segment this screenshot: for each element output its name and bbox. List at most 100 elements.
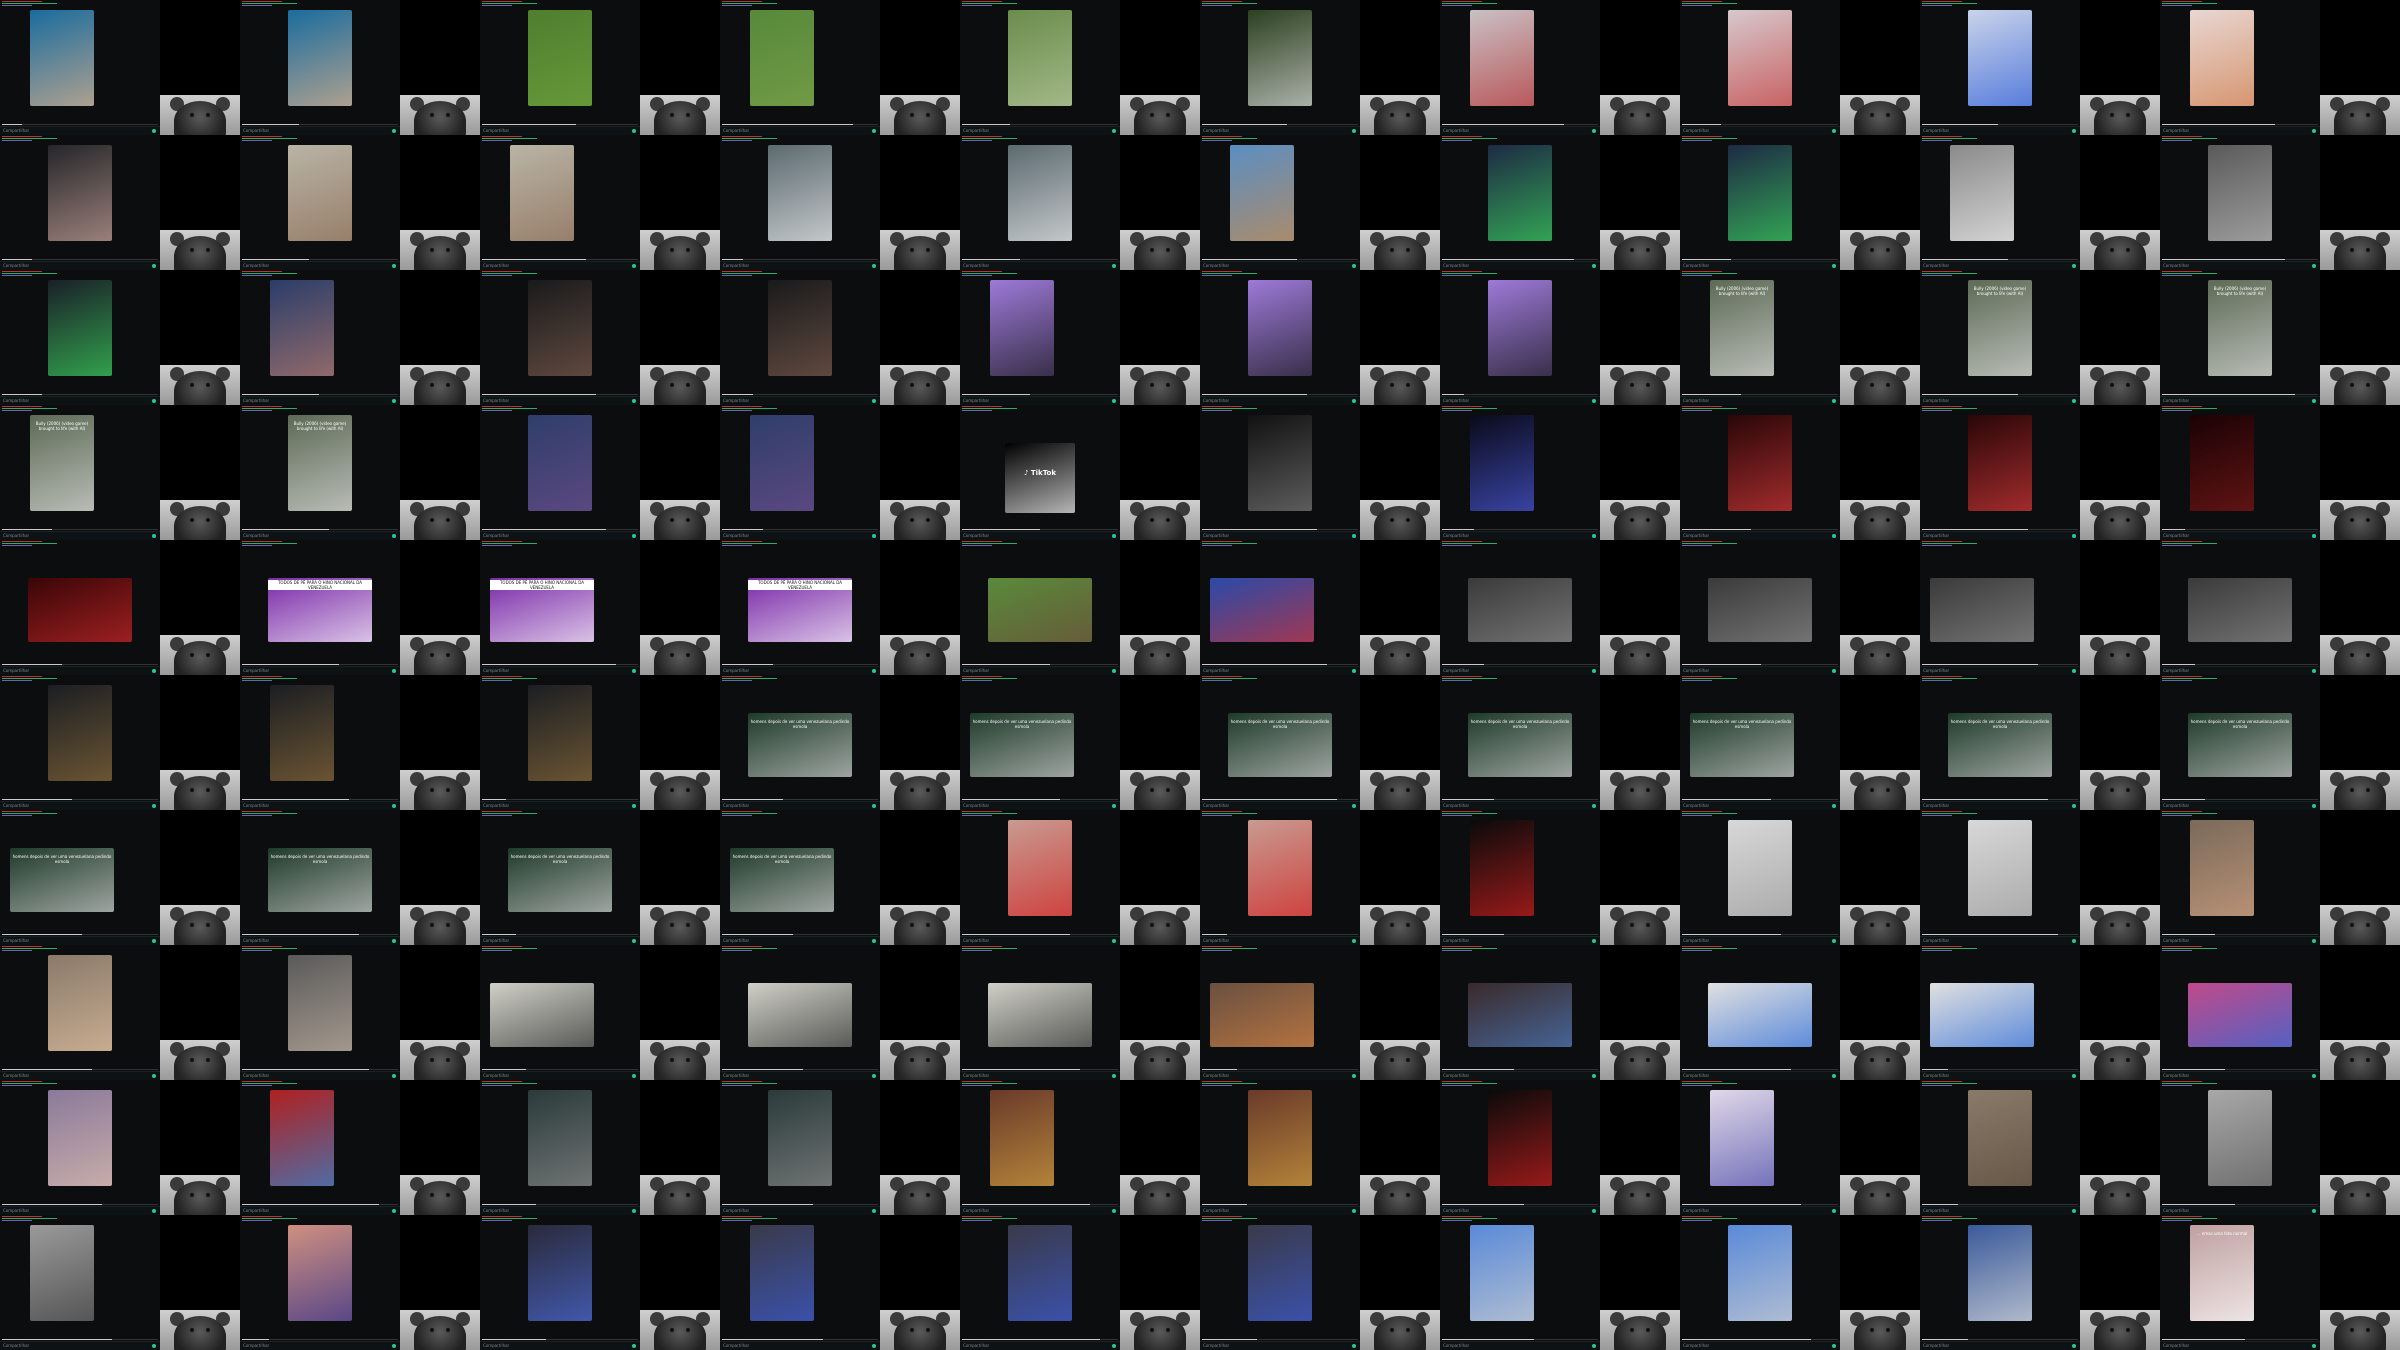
share-label[interactable]: Compartilhar [483,263,509,268]
video-frame[interactable]: homens depois de ver uma venezuelana ped… [508,848,612,912]
video-frame[interactable] [750,10,814,106]
seek-bar[interactable] [1202,664,1358,665]
share-label[interactable]: Compartilhar [1683,128,1709,133]
stream-tile[interactable]: Compartilhar [480,270,720,405]
stream-tile[interactable]: Compartilhar [1920,810,2160,945]
video-frame[interactable]: homens depois de ver uma venezuelana ped… [748,713,852,777]
seek-bar[interactable] [1442,799,1598,800]
stream-player[interactable]: Compartilhar [1680,810,1841,945]
stream-tile[interactable]: Compartilhar [1440,945,1680,1080]
stream-player[interactable]: Compartilhar [1440,135,1601,270]
stream-tile[interactable]: Compartilhar [0,1215,240,1350]
stream-player[interactable]: Compartilhar [480,270,641,405]
share-label[interactable]: Compartilhar [243,398,269,403]
seek-bar[interactable] [2,259,158,260]
seek-bar[interactable] [1442,1339,1598,1340]
share-label[interactable]: Compartilhar [1443,398,1469,403]
share-label[interactable]: Compartilhar [1683,533,1709,538]
stream-player[interactable]: Compartilhar [960,540,1121,675]
stream-player[interactable]: Compartilhar [2160,945,2321,1080]
seek-bar[interactable] [2162,394,2318,395]
stream-tile[interactable]: Compartilhar [480,1080,720,1215]
seek-bar[interactable] [962,529,1118,530]
stream-tile[interactable]: Compartilhar [1440,1215,1680,1350]
share-label[interactable]: Compartilhar [1203,668,1229,673]
share-label[interactable]: Compartilhar [243,668,269,673]
share-label[interactable]: Compartilhar [1923,1073,1949,1078]
stream-tile[interactable]: Compartilhar [1920,0,2160,135]
share-label[interactable]: Compartilhar [2163,1073,2189,1078]
share-label[interactable]: Compartilhar [1203,1073,1229,1078]
stream-player[interactable]: homens depois de ver uma venezuelana ped… [720,810,881,945]
stream-player[interactable]: homens depois de ver uma venezuelana ped… [480,810,641,945]
stream-player[interactable]: Compartilhar [1920,135,2081,270]
video-frame[interactable] [748,983,852,1047]
share-label[interactable]: Compartilhar [243,938,269,943]
stream-player[interactable]: Compartilhar [1680,540,1841,675]
share-label[interactable]: Compartilhar [2163,128,2189,133]
stream-tile[interactable]: Compartilhar [960,270,1200,405]
stream-tile[interactable]: Compartilhar [960,1080,1200,1215]
stream-player[interactable]: Compartilhar [2160,540,2321,675]
video-frame[interactable] [1968,1090,2032,1186]
video-frame[interactable] [1230,145,1294,241]
video-frame[interactable]: Bully (2006) (video game) brought to lif… [1710,280,1774,376]
video-frame[interactable] [528,1090,592,1186]
seek-bar[interactable] [242,259,398,260]
stream-player[interactable]: Compartilhar [720,0,881,135]
stream-player[interactable]: Compartilhar [1680,0,1841,135]
video-frame[interactable]: Bully (2006) (video game) brought to lif… [1968,280,2032,376]
share-label[interactable]: Compartilhar [3,263,29,268]
seek-bar[interactable] [1922,664,2078,665]
stream-player[interactable]: Compartilhar [960,135,1121,270]
stream-player[interactable]: Compartilhar [240,675,401,810]
stream-tile[interactable]: Compartilhar [1440,405,1680,540]
video-frame[interactable] [1930,578,2034,642]
seek-bar[interactable] [2,1339,158,1340]
stream-tile[interactable]: Compartilhar [2160,1080,2400,1215]
share-label[interactable]: Compartilhar [723,1343,749,1348]
stream-player[interactable]: Compartilhar [480,405,641,540]
stream-player[interactable]: Compartilhar [1200,540,1361,675]
seek-bar[interactable] [722,1069,878,1070]
video-frame[interactable] [1468,983,1572,1047]
seek-bar[interactable] [1202,1204,1358,1205]
share-label[interactable]: Compartilhar [1203,128,1229,133]
stream-player[interactable]: Compartilhar [240,945,401,1080]
stream-tile[interactable]: Bully (2006) (video game) brought to lif… [240,405,480,540]
stream-tile[interactable]: Compartilhar [960,540,1200,675]
stream-player[interactable]: Bully (2006) (video game) brought to lif… [240,405,401,540]
stream-tile[interactable]: Compartilhar [720,0,960,135]
stream-tile[interactable]: Compartilhar [1680,135,1920,270]
stream-tile[interactable]: Compartilhar [2160,405,2400,540]
video-frame[interactable]: Bully (2006) (video game) brought to lif… [2208,280,2272,376]
seek-bar[interactable] [1442,259,1598,260]
video-frame[interactable]: homens depois de ver uma venezuelana ped… [1690,713,1794,777]
stream-tile[interactable]: Compartilhar [240,270,480,405]
share-label[interactable]: Compartilhar [483,533,509,538]
video-frame[interactable]: homens depois de ver uma venezuelana ped… [1948,713,2052,777]
seek-bar[interactable] [962,394,1118,395]
share-label[interactable]: Compartilhar [1923,398,1949,403]
video-frame[interactable] [30,1225,94,1321]
stream-tile[interactable]: homens depois de ver uma venezuelana ped… [720,810,960,945]
stream-player[interactable]: homens depois de ver uma venezuelana ped… [1680,675,1841,810]
stream-player[interactable]: Compartilhar [1440,270,1601,405]
share-label[interactable]: Compartilhar [1923,533,1949,538]
stream-player[interactable]: Compartilhar [1680,1080,1841,1215]
stream-tile[interactable]: Compartilhar [480,0,720,135]
stream-player[interactable]: Compartilhar [1920,945,2081,1080]
seek-bar[interactable] [1682,124,1838,125]
video-frame[interactable] [270,280,334,376]
seek-bar[interactable] [242,394,398,395]
video-frame[interactable]: homens depois de ver uma venezuelana ped… [730,848,834,912]
share-label[interactable]: Compartilhar [1923,1343,1949,1348]
video-frame[interactable] [2208,145,2272,241]
share-label[interactable]: Compartilhar [1443,803,1469,808]
stream-player[interactable]: Compartilhar [1440,945,1601,1080]
stream-tile[interactable]: homens depois de ver uma venezuelana ped… [0,810,240,945]
seek-bar[interactable] [1682,799,1838,800]
stream-tile[interactable]: Compartilhar [1440,1080,1680,1215]
stream-player[interactable]: Compartilhar [1440,1215,1601,1350]
stream-player[interactable]: Compartilhar [1200,810,1361,945]
